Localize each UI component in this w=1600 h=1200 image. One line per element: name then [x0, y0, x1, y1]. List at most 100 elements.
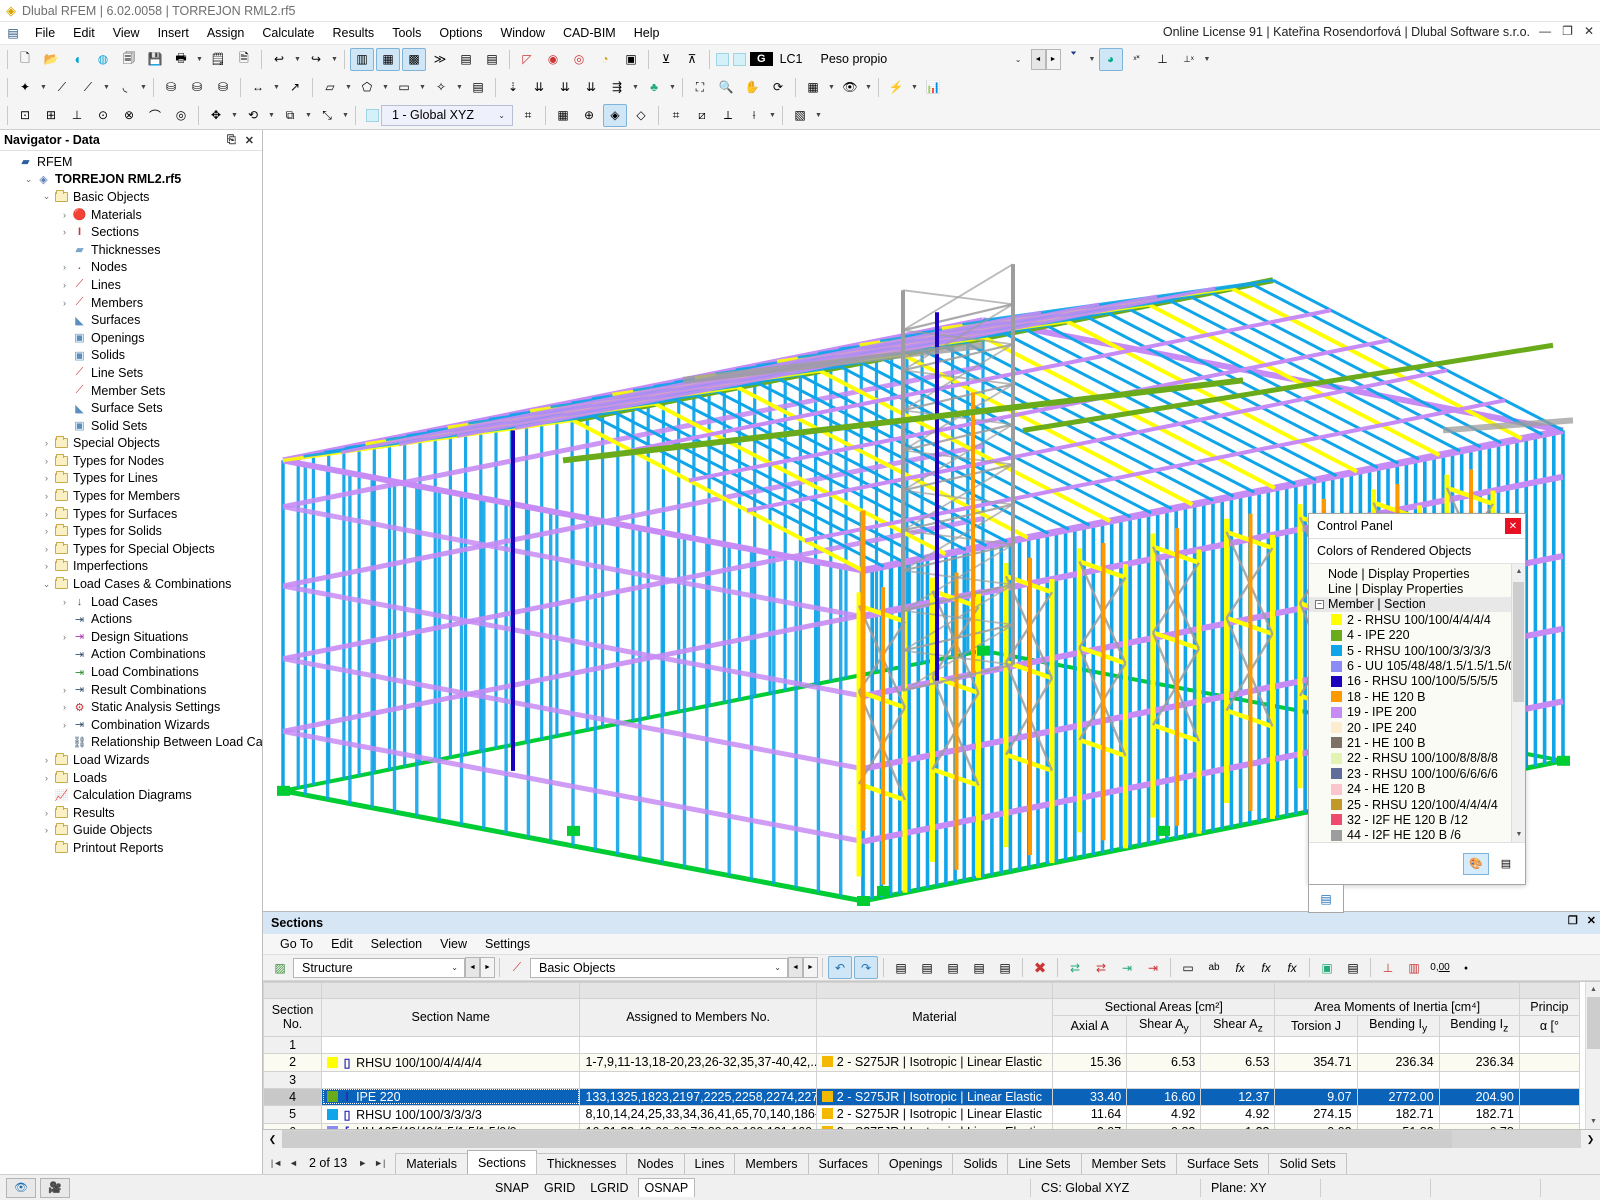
- member-dropdown-icon[interactable]: ▼: [101, 76, 112, 99]
- import-table-icon[interactable]: ⇄: [1063, 956, 1087, 979]
- menu-item-cad-bim[interactable]: CAD-BIM: [554, 23, 625, 43]
- script-icon[interactable]: ▤: [454, 48, 478, 71]
- sections-restore-button[interactable]: ❐: [1568, 914, 1578, 927]
- cell-axial-a[interactable]: [1052, 1070, 1128, 1089]
- select-dialog-icon[interactable]: ▣: [619, 48, 643, 71]
- table-vertical-scrollbar[interactable]: ▲ ▼: [1585, 982, 1600, 1129]
- member-load-icon[interactable]: ⇊: [553, 76, 577, 99]
- control-panel-section-item[interactable]: 21 - HE 100 B: [1309, 735, 1525, 750]
- cell-alpha[interactable]: [1518, 1052, 1581, 1072]
- navigator-item-lines[interactable]: › ⟋ Lines: [0, 276, 262, 294]
- navigator-item-types-for-solids[interactable]: › Types for Solids: [0, 522, 262, 540]
- cell-bending-iz[interactable]: 236.34: [1438, 1052, 1520, 1072]
- load-case-combo[interactable]: Peso propio ⌄: [811, 49, 1029, 70]
- cell-assigned-members[interactable]: 16,21,22,43,66-69,76,89,90,100,131,160,.…: [579, 1122, 817, 1129]
- navigator-item-materials[interactable]: › 🔴 Materials: [0, 206, 262, 224]
- control-panel-section-item[interactable]: 32 - I2F HE 120 B /12: [1309, 812, 1525, 827]
- cell-section-no[interactable]: 2: [263, 1052, 323, 1072]
- line-snap-icon[interactable]: ⊞: [39, 104, 63, 127]
- navigator-item-openings[interactable]: ▣ Openings: [0, 329, 262, 347]
- tab-lines[interactable]: Lines: [683, 1153, 736, 1174]
- menu-item-window[interactable]: Window: [491, 23, 553, 43]
- visibility-icon[interactable]: 👁: [838, 76, 862, 99]
- navigator-expander[interactable]: ›: [58, 597, 71, 607]
- cell-section-no[interactable]: 3: [263, 1070, 323, 1089]
- navigator-item-torrejon-rml2-rf5[interactable]: ⌄ ◈ TORREJON RML2.rf5: [0, 171, 262, 189]
- cell-bending-iz[interactable]: 204.90: [1438, 1087, 1520, 1106]
- pager-first-button[interactable]: |◄: [269, 1158, 284, 1168]
- surface-dropdown-icon[interactable]: ▼: [343, 76, 354, 99]
- navigator-item-surface-sets[interactable]: ◣ Surface Sets: [0, 399, 262, 417]
- tangent-icon[interactable]: ⌒: [143, 104, 167, 127]
- cell-torsion-j[interactable]: 274.15: [1274, 1104, 1358, 1124]
- cell-shear-az[interactable]: [1200, 1035, 1276, 1054]
- object-type-tabs[interactable]: Materials Sections Thicknesses Nodes Lines Me…: [395, 1150, 1347, 1174]
- cell-material[interactable]: 2 - S275JR | Isotropic | Linear Elastic: [815, 1104, 1054, 1124]
- cp-scroll-up-icon[interactable]: ▲: [1512, 564, 1525, 579]
- cp-scroll-thumb[interactable]: [1513, 582, 1524, 702]
- control-panel-group-2[interactable]: − Member | Section: [1309, 596, 1525, 613]
- print-icon[interactable]: 🖶: [169, 48, 193, 71]
- grid-settings-icon[interactable]: ▦: [551, 104, 575, 127]
- tab-nodes[interactable]: Nodes: [626, 1153, 685, 1174]
- control-panel-close-button[interactable]: ✕: [1505, 518, 1521, 534]
- visibility-dropdown-icon[interactable]: ▼: [863, 76, 874, 99]
- cell-axial-a[interactable]: 11.64: [1052, 1104, 1128, 1124]
- node-snap-icon[interactable]: ⊡: [13, 104, 37, 127]
- import-icon[interactable]: 🗐: [117, 48, 141, 71]
- nodal-support-icon[interactable]: ⛁: [159, 76, 183, 99]
- scroll-left-icon[interactable]: ❮: [263, 1129, 282, 1149]
- deselect-icon[interactable]: ◔: [593, 48, 617, 71]
- navigator-item-types-for-lines[interactable]: › Types for Lines: [0, 470, 262, 488]
- col-header-assigned-members[interactable]: Assigned to Members No.: [579, 998, 817, 1037]
- menu-item-edit[interactable]: Edit: [64, 23, 104, 43]
- chevron-down-icon[interactable]: ⌄: [493, 111, 510, 120]
- cell-bending-iz[interactable]: 6.78: [1438, 1122, 1520, 1129]
- select-circle-icon[interactable]: ◉: [541, 48, 565, 71]
- control-panel-section-item[interactable]: 4 - IPE 220: [1309, 628, 1525, 643]
- navigator-expander[interactable]: ›: [58, 720, 71, 730]
- redo-dropdown-icon[interactable]: ▼: [329, 48, 340, 71]
- snap-toggle-snap[interactable]: SNAP: [489, 1179, 535, 1197]
- cell-bending-iy[interactable]: 236.34: [1356, 1052, 1440, 1072]
- export-excel-icon[interactable]: ▣: [1315, 956, 1339, 979]
- snap-toggle-grid[interactable]: GRID: [538, 1179, 581, 1197]
- navigator-expander[interactable]: ›: [40, 755, 53, 765]
- basic-objects-combo[interactable]: Basic Objects ⌄: [530, 957, 788, 978]
- menu-item-assign[interactable]: Assign: [198, 23, 254, 43]
- control-panel-section-item[interactable]: 24 - HE 120 B: [1309, 781, 1525, 796]
- navigator-item-thicknesses[interactable]: ▰ Thicknesses: [0, 241, 262, 259]
- navigator-item-members[interactable]: › ⟋ Members: [0, 294, 262, 312]
- navigator-item-solids[interactable]: ▣ Solids: [0, 347, 262, 365]
- sections-menu-selection[interactable]: Selection: [362, 935, 431, 953]
- results-icon[interactable]: 📊: [921, 76, 945, 99]
- camera-icon[interactable]: 🎥: [40, 1177, 70, 1198]
- delete-row-icon[interactable]: ▤: [915, 956, 939, 979]
- navigator-expander[interactable]: ›: [40, 773, 53, 783]
- render-dropdown-icon[interactable]: ▼: [826, 76, 837, 99]
- navigator-panel-icon[interactable]: ▥: [350, 47, 374, 71]
- navigator-item-loads[interactable]: › Loads: [0, 769, 262, 787]
- cell-section-name[interactable]: [UU 105/48/48/1.5/1.5/1.5/0/0: [321, 1122, 581, 1129]
- col-header-bending-iy[interactable]: Bending Iy: [1356, 1015, 1440, 1037]
- coord-system-combo[interactable]: 1 - Global XYZ ⌄: [381, 104, 513, 126]
- col-header-axial-a[interactable]: Axial A: [1052, 1015, 1128, 1037]
- coord-axes-icon[interactable]: ⌗: [516, 104, 540, 127]
- col-header-material[interactable]: Material: [815, 998, 1054, 1037]
- navigator-expander[interactable]: ›: [40, 561, 53, 571]
- structure-combo[interactable]: Structure ⌄: [293, 957, 465, 978]
- load-case-prev-button[interactable]: ◄: [1030, 48, 1046, 70]
- navigator-expander[interactable]: ›: [40, 509, 53, 519]
- table-scroll-thumb[interactable]: [1587, 997, 1600, 1049]
- section-library-icon[interactable]: ▥: [1402, 956, 1426, 979]
- node-dropdown-icon[interactable]: ▼: [38, 76, 49, 99]
- cell-section-name[interactable]: ▯ RHSU 100/100/4/4/4/4: [321, 1052, 581, 1072]
- color-settings-icon[interactable]: 🎨: [1463, 852, 1489, 875]
- control-panel-section-item[interactable]: 44 - I2F HE 120 B /6: [1309, 828, 1525, 842]
- cell-assigned-members[interactable]: [579, 1070, 817, 1089]
- text-format-icon[interactable]: ab: [1202, 956, 1226, 979]
- cell-section-no[interactable]: 4: [263, 1087, 323, 1106]
- filter-delete-icon[interactable]: 🢓: [1062, 48, 1086, 71]
- col-header-shear-az[interactable]: Shear Az: [1200, 1015, 1276, 1037]
- delete-all-icon[interactable]: ✖: [1028, 956, 1052, 979]
